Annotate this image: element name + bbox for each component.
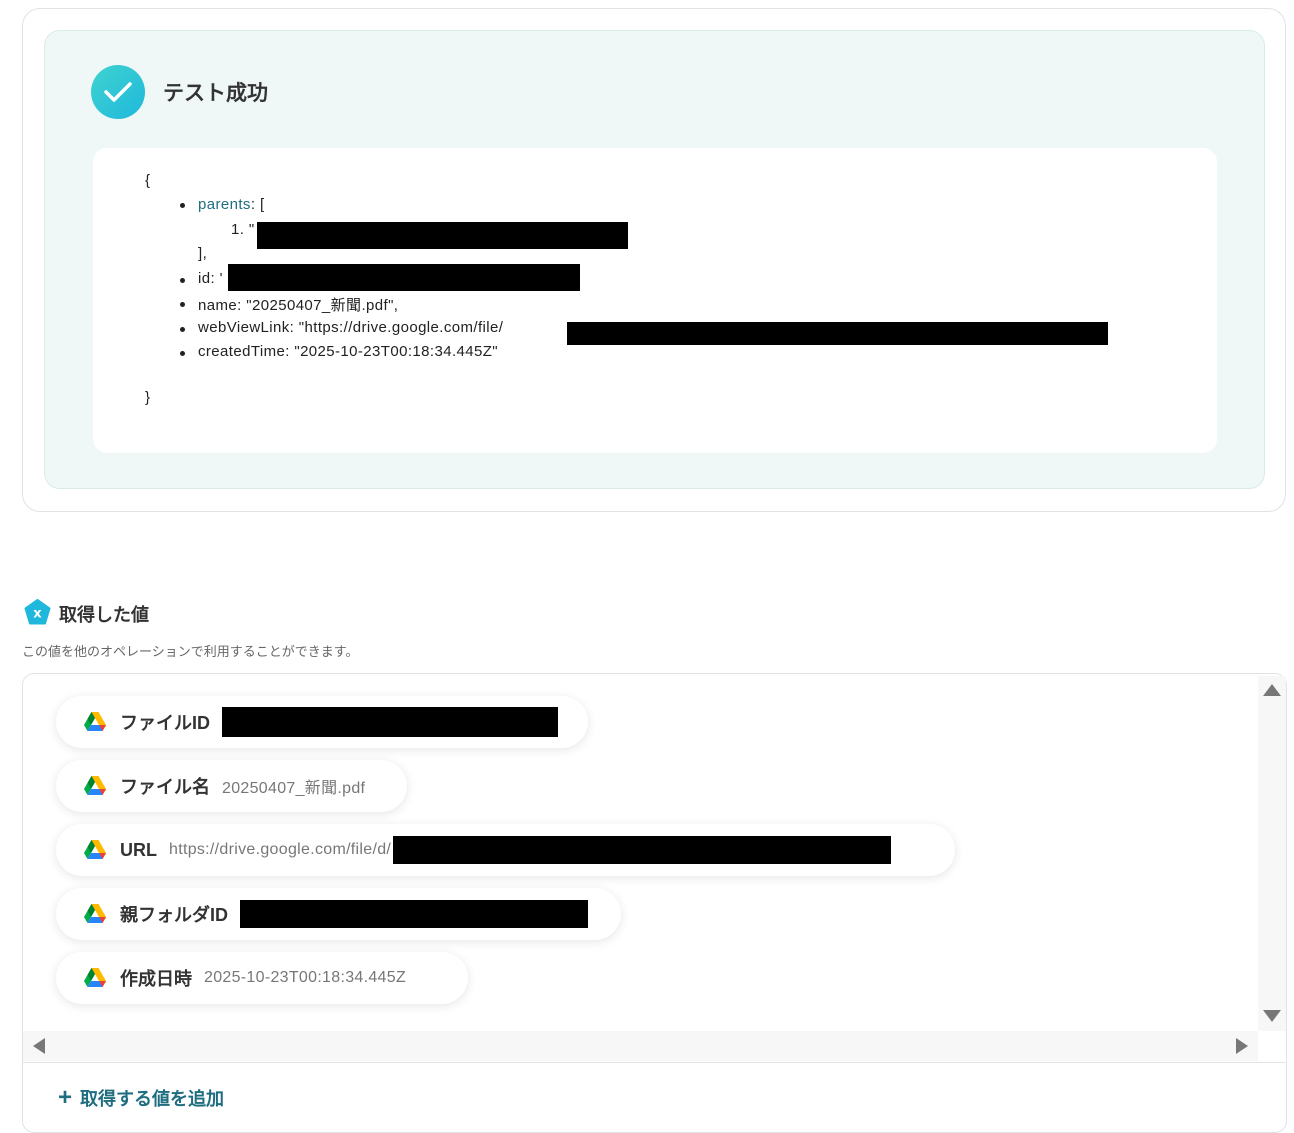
value-pill-file-id[interactable]: ファイルID [56, 696, 588, 748]
value-label: ファイルID [120, 713, 210, 733]
divider [23, 1062, 1286, 1063]
vertical-scrollbar[interactable] [1258, 676, 1286, 1031]
redaction-block [567, 322, 1108, 345]
redaction-block [222, 707, 558, 737]
scroll-left-arrow-icon[interactable] [33, 1038, 45, 1054]
json-open-brace: { [145, 172, 151, 189]
json-name-line: name: "20250407_新聞.pdf", [198, 297, 399, 314]
json-parents-close: ], [198, 245, 208, 262]
redaction-block [228, 264, 580, 291]
list-bullet [180, 327, 185, 332]
scroll-down-arrow-icon[interactable] [1263, 1010, 1281, 1022]
value-label: ファイル名 [120, 777, 210, 797]
value-text: 2025-10-23T00:18:34.445Z [204, 969, 407, 986]
list-bullet [180, 278, 185, 283]
svg-text:x: x [33, 607, 42, 622]
list-bullet [180, 203, 185, 208]
value-pill-file-name[interactable]: ファイル名 20250407_新聞.pdf [56, 760, 407, 812]
json-webviewlink-line: webViewLink: "https://drive.google.com/f… [198, 319, 504, 336]
redaction-block [240, 900, 588, 928]
google-drive-icon [84, 968, 106, 987]
horizontal-scrollbar[interactable] [23, 1031, 1258, 1061]
plus-icon: + [58, 1084, 73, 1111]
scroll-up-arrow-icon[interactable] [1263, 684, 1281, 696]
value-pill-parent-folder-id[interactable]: 親フォルダID [56, 888, 621, 940]
test-result-title: テスト成功 [163, 82, 268, 105]
section-title: 取得した値 [59, 605, 149, 625]
value-pill-created-time[interactable]: 作成日時 2025-10-23T00:18:34.445Z [56, 952, 468, 1004]
value-label: 作成日時 [120, 969, 192, 989]
value-pill-url[interactable]: URL https://drive.google.com/file/d/ [56, 824, 955, 876]
add-value-link[interactable]: + 取得する値を追加 [58, 1085, 224, 1111]
section-description: この値を他のオペレーションで利用することができます。 [22, 644, 359, 659]
redaction-block [257, 222, 628, 249]
add-value-label: 取得する値を追加 [80, 1089, 225, 1109]
json-id-line: id: ' [198, 270, 223, 287]
value-label: 親フォルダID [120, 905, 228, 925]
check-icon [91, 65, 145, 119]
google-drive-icon [84, 776, 106, 795]
json-close-brace: } [145, 389, 151, 406]
list-bullet [180, 351, 185, 356]
json-parents-key: parents [198, 196, 251, 213]
scroll-right-arrow-icon[interactable] [1236, 1038, 1248, 1054]
json-parents-open: : [ [250, 196, 265, 213]
google-drive-icon [84, 712, 106, 731]
value-label: URL [120, 839, 157, 860]
google-drive-icon [84, 840, 106, 859]
redaction-block [393, 836, 892, 864]
value-text: 20250407_新聞.pdf [222, 780, 366, 797]
list-bullet [180, 302, 185, 307]
variable-x-icon: x [24, 599, 51, 625]
google-drive-icon [84, 904, 106, 923]
json-parents-item: 1. " [231, 221, 255, 238]
json-createdtime-line: createdTime: "2025-10-23T00:18:34.445Z" [198, 343, 499, 360]
json-parents-line: parents: [ [198, 196, 265, 213]
value-text: https://drive.google.com/file/d/ [169, 841, 392, 858]
